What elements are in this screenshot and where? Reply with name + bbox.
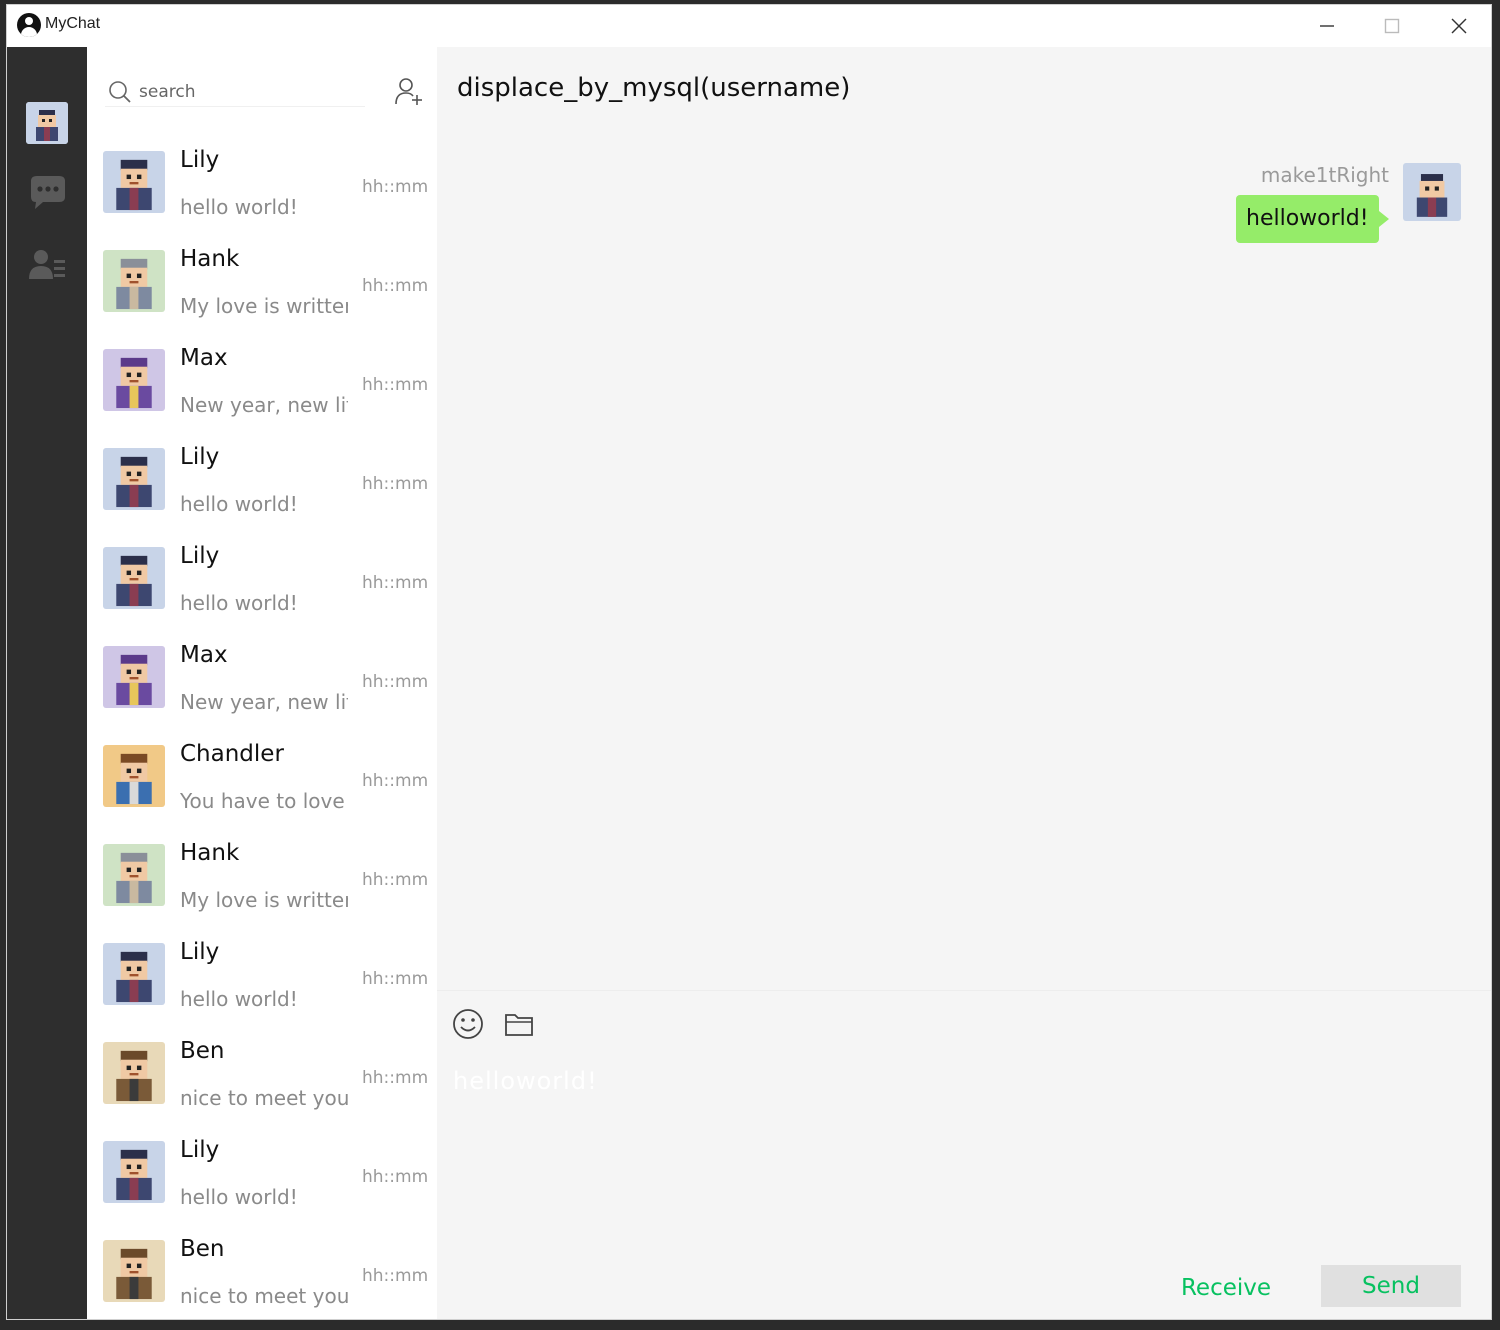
contact-name: Max xyxy=(180,642,228,668)
message-sender: make1tRight xyxy=(1260,163,1389,187)
search-box xyxy=(105,77,365,107)
contact-item[interactable]: Ben nice to meet you hh::mm xyxy=(87,1226,437,1319)
contact-name: Hank xyxy=(180,246,240,272)
close-icon xyxy=(1451,18,1467,34)
contact-name: Lily xyxy=(180,543,220,569)
contact-avatar xyxy=(103,646,165,708)
contact-time: hh::mm xyxy=(362,1266,429,1286)
contact-avatar xyxy=(103,1240,165,1302)
contact-time: hh::mm xyxy=(362,375,429,395)
maximize-icon xyxy=(1384,18,1400,34)
contact-item[interactable]: Ben nice to meet you hh::mm xyxy=(87,1028,437,1127)
contact-avatar xyxy=(103,745,165,807)
contact-name: Hank xyxy=(180,840,240,866)
contact-preview: nice to meet you xyxy=(180,1284,348,1308)
contact-preview: hello world! xyxy=(180,591,298,615)
draft-text[interactable]: helloworld! xyxy=(453,1067,598,1095)
contact-preview: hello world! xyxy=(180,492,298,516)
app-title: MyChat xyxy=(45,15,101,32)
contact-item[interactable]: Max New year, new life hh::mm xyxy=(87,335,437,434)
contact-item[interactable]: Chandler You have to love y hh::mm xyxy=(87,731,437,830)
contact-time: hh::mm xyxy=(362,771,429,791)
title-bar: MyChat xyxy=(7,5,1491,47)
folder-icon[interactable] xyxy=(503,1009,535,1039)
contact-time: hh::mm xyxy=(362,474,429,494)
contact-item[interactable]: Max New year, new life hh::mm xyxy=(87,632,437,731)
contact-avatar xyxy=(103,349,165,411)
chat-title: displace_by_mysql(username) xyxy=(457,73,851,103)
maximize-button[interactable] xyxy=(1364,5,1420,47)
contact-preview: hello world! xyxy=(180,987,298,1011)
contact-name: Lily xyxy=(180,147,220,173)
contact-name: Lily xyxy=(180,939,220,965)
contact-preview: You have to love y xyxy=(180,789,348,813)
contact-name: Chandler xyxy=(180,741,284,767)
contact-list: Lily hello world! hh::mm Hank My love is… xyxy=(87,137,437,1319)
minimize-button[interactable] xyxy=(1299,5,1355,47)
sidebar xyxy=(7,47,87,1319)
contact-item[interactable]: Lily hello world! hh::mm xyxy=(87,929,437,1028)
contact-item[interactable]: Lily hello world! hh::mm xyxy=(87,1127,437,1226)
contact-avatar xyxy=(103,1141,165,1203)
contact-avatar xyxy=(103,151,165,213)
contact-preview: New year, new life xyxy=(180,690,348,714)
message-bubble: helloworld! xyxy=(1236,195,1389,243)
receive-button[interactable]: Receive xyxy=(1161,1267,1291,1309)
user-avatar[interactable] xyxy=(26,102,68,144)
app-window: MyChat search Lily hello world! hh::mm H… xyxy=(6,4,1492,1320)
send-button[interactable]: Send xyxy=(1321,1265,1461,1307)
chat-bubble-icon[interactable] xyxy=(25,171,69,215)
contact-preview: hello world! xyxy=(180,195,298,219)
contact-item[interactable]: Hank My love is written hh::mm xyxy=(87,830,437,929)
emoji-icon[interactable] xyxy=(451,1007,485,1041)
contact-time: hh::mm xyxy=(362,177,429,197)
contact-item[interactable]: Lily hello world! hh::mm xyxy=(87,137,437,236)
contact-name: Ben xyxy=(180,1236,225,1262)
contact-avatar xyxy=(103,547,165,609)
contact-time: hh::mm xyxy=(362,573,429,593)
contact-time: hh::mm xyxy=(362,969,429,989)
contact-time: hh::mm xyxy=(362,672,429,692)
contact-preview: New year, new life xyxy=(180,393,348,417)
contact-preview: nice to meet you xyxy=(180,1086,348,1110)
contact-item[interactable]: Hank My love is written hh::mm xyxy=(87,236,437,335)
contact-name: Lily xyxy=(180,1137,220,1163)
contact-name: Lily xyxy=(180,444,220,470)
search-input[interactable] xyxy=(139,79,359,105)
contact-avatar xyxy=(103,1042,165,1104)
contact-preview: My love is written xyxy=(180,888,348,912)
contact-time: hh::mm xyxy=(362,1068,429,1088)
search-icon xyxy=(109,81,131,103)
contact-avatar xyxy=(103,448,165,510)
message-avatar xyxy=(1403,163,1461,221)
contact-item[interactable]: Lily hello world! hh::mm xyxy=(87,434,437,533)
contact-name: Ben xyxy=(180,1038,225,1064)
contact-item[interactable]: Lily hello world! hh::mm xyxy=(87,533,437,632)
contact-avatar xyxy=(103,844,165,906)
minimize-icon xyxy=(1320,25,1334,27)
contact-time: hh::mm xyxy=(362,870,429,890)
contact-name: Max xyxy=(180,345,228,371)
close-button[interactable] xyxy=(1431,5,1487,47)
chat-list-panel: Lily hello world! hh::mm Hank My love is… xyxy=(87,47,437,1319)
contact-time: hh::mm xyxy=(362,1167,429,1187)
app-logo-icon xyxy=(17,13,41,37)
contacts-icon[interactable] xyxy=(25,243,69,287)
contact-preview: My love is written xyxy=(180,294,348,318)
contact-avatar xyxy=(103,943,165,1005)
contact-avatar xyxy=(103,250,165,312)
add-friend-icon[interactable] xyxy=(393,75,425,107)
contact-time: hh::mm xyxy=(362,276,429,296)
contact-preview: hello world! xyxy=(180,1185,298,1209)
